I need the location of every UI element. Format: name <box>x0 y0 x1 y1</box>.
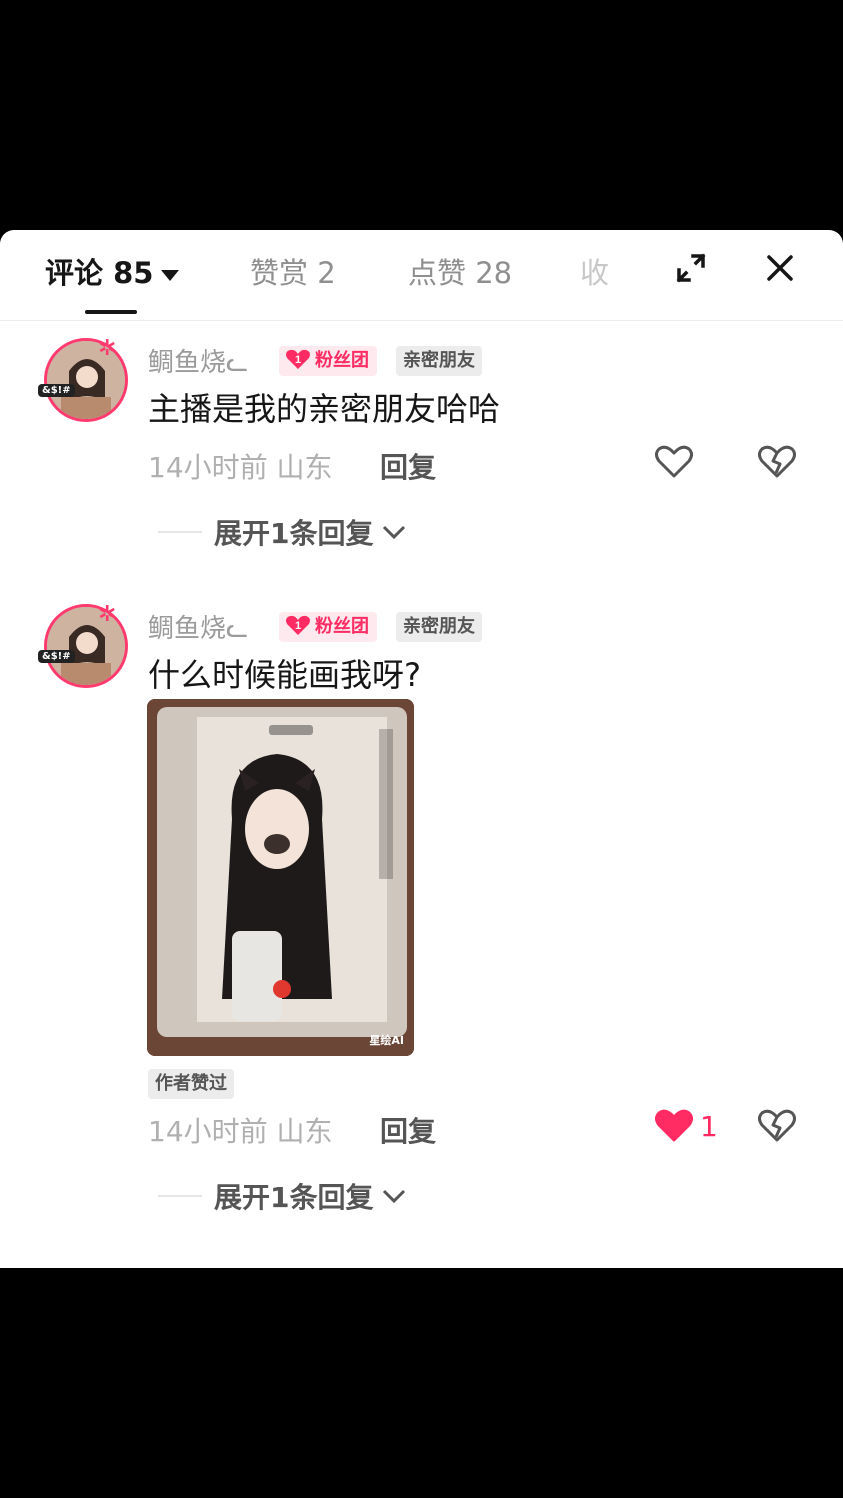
reply-button[interactable]: 回复 <box>380 1110 436 1150</box>
avatar-sticker: ✲ <box>98 336 117 361</box>
expand-icon <box>676 253 706 283</box>
expand-replies-button[interactable]: 展开1条回复 <box>158 1176 407 1216</box>
close-button[interactable] <box>758 246 802 290</box>
broken-heart-icon <box>758 445 796 478</box>
like-button[interactable] <box>654 1108 694 1144</box>
chevron-down-icon <box>383 1189 406 1204</box>
broken-heart-icon <box>758 1109 796 1142</box>
fans-club-badge[interactable]: 1 粉丝团 <box>279 612 377 642</box>
caret-down-icon <box>161 269 180 281</box>
nickname[interactable]: 鲷鱼烧ᓚ <box>148 608 248 645</box>
friend-badge: 亲密朋友 <box>396 612 482 642</box>
comment-text: 主播是我的亲密朋友哈哈 <box>148 390 501 428</box>
expand-replies-label: 展开1条回复 <box>214 517 374 550</box>
expand-replies-button[interactable]: 展开1条回复 <box>158 512 407 552</box>
fans-club-badge[interactable]: 1 粉丝团 <box>279 346 377 376</box>
dislike-button[interactable] <box>757 1108 797 1144</box>
comment-image-content <box>147 699 414 1056</box>
friend-badge: 亲密朋友 <box>396 346 482 376</box>
like-button[interactable] <box>654 444 694 480</box>
author-liked-badge: 作者赞过 <box>148 1069 234 1099</box>
divider-line <box>158 531 202 533</box>
tab-comments[interactable]: 评论 85 <box>45 250 180 292</box>
dislike-button[interactable] <box>757 444 797 480</box>
svg-text:1: 1 <box>295 354 301 366</box>
comment-text: 什么时候能画我呀? <box>148 656 421 694</box>
expand-button[interactable] <box>669 246 713 290</box>
fans-club-label: 粉丝团 <box>315 616 369 637</box>
comment-time-location: 14小时前 山东 <box>148 1115 333 1148</box>
avatar-sticker-tag: &$!# <box>38 650 75 663</box>
comments-panel: 评论 85 赞赏 2 点赞 28 收 ✲ &$!# 鲷鱼烧ᓚ 1 粉丝团 亲密朋… <box>0 230 843 1268</box>
chevron-down-icon <box>383 525 406 540</box>
image-watermark: 星绘AI <box>369 1034 404 1047</box>
tab-rewards[interactable]: 赞赏 2 <box>250 250 336 292</box>
active-tab-indicator <box>85 310 137 314</box>
close-icon <box>767 255 793 281</box>
fans-heart-icon: 1 <box>286 349 310 369</box>
tab-bar: 评论 85 赞赏 2 点赞 28 收 <box>0 230 843 321</box>
reply-button[interactable]: 回复 <box>380 446 436 486</box>
tab-more[interactable]: 收 <box>580 250 609 292</box>
fans-club-label: 粉丝团 <box>315 350 369 371</box>
expand-replies-label: 展开1条回复 <box>214 1181 374 1214</box>
tab-comments-label: 评论 85 <box>45 256 154 290</box>
heart-filled-icon <box>655 1109 693 1142</box>
svg-text:1: 1 <box>295 620 301 632</box>
avatar-sticker-tag: &$!# <box>38 384 75 397</box>
comment-time-location: 14小时前 山东 <box>148 451 333 484</box>
avatar-sticker: ✲ <box>98 602 117 627</box>
fans-heart-icon: 1 <box>286 615 310 635</box>
nickname[interactable]: 鲷鱼烧ᓚ <box>148 342 248 379</box>
like-count: 1 <box>700 1110 718 1143</box>
tab-likes[interactable]: 点赞 28 <box>408 250 512 292</box>
divider-line <box>158 1195 202 1197</box>
comment-image[interactable]: 星绘AI <box>147 699 414 1056</box>
heart-outline-icon <box>655 445 693 478</box>
